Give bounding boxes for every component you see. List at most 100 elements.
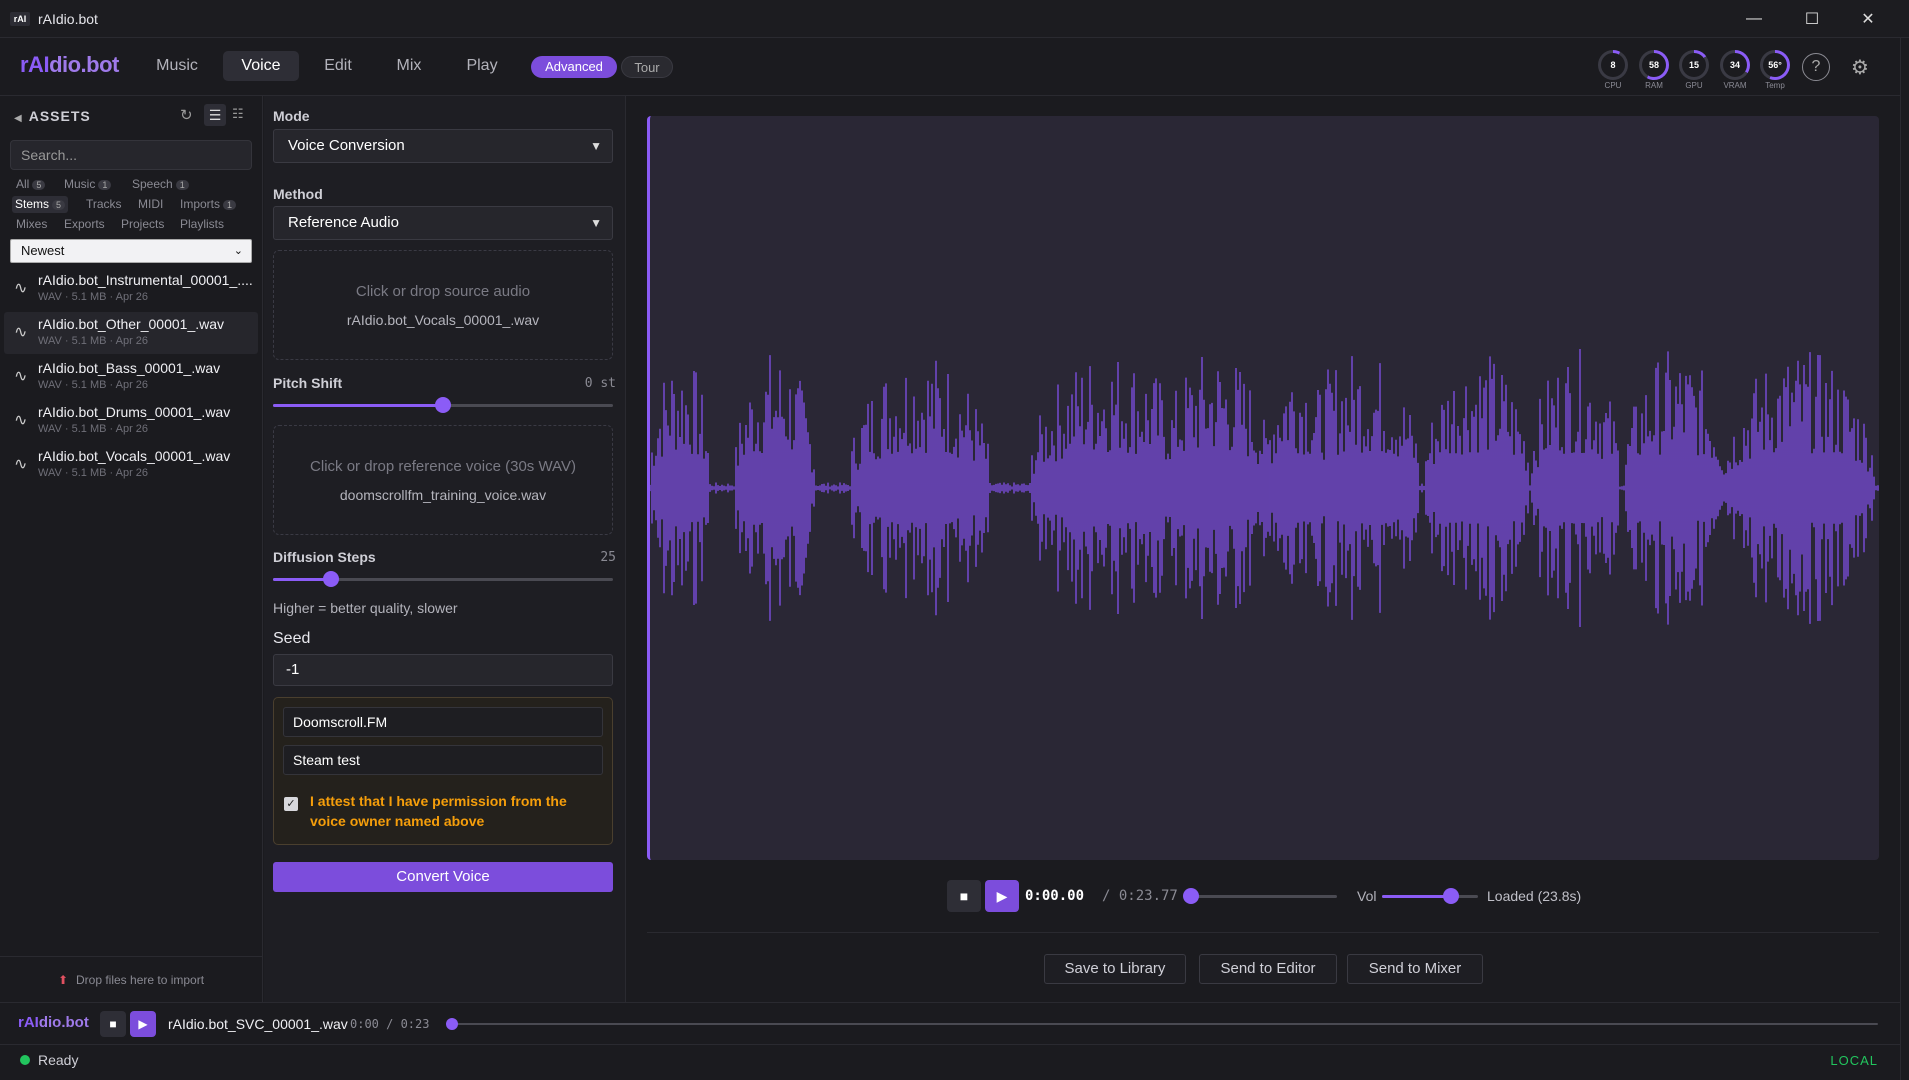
voice-panel: Mode Voice Conversion ▼ Method Reference …	[264, 96, 626, 1002]
footer-stop-button[interactable]: ■	[100, 1011, 126, 1037]
play-button[interactable]: ▶	[985, 880, 1019, 912]
divider	[647, 932, 1879, 933]
tab-play[interactable]: Play	[454, 51, 510, 81]
advanced-toggle[interactable]: Advanced	[531, 56, 617, 78]
pitch-knob[interactable]	[435, 397, 451, 413]
assets-header: ◀ ASSETS	[14, 108, 91, 124]
close-icon[interactable]: ✕	[1840, 0, 1896, 38]
asset-name: rAIdio.bot_Instrumental_00001_....	[38, 272, 253, 288]
search-input[interactable]: Search...	[10, 140, 252, 170]
seek-knob[interactable]	[1183, 888, 1199, 904]
filter-playlists[interactable]: Playlists	[180, 216, 224, 233]
filter-tracks[interactable]: Tracks	[86, 196, 122, 213]
seek-slider[interactable]	[1183, 888, 1337, 904]
sort-select[interactable]: Newest ⌄	[10, 239, 252, 263]
send-to-editor-button[interactable]: Send to Editor	[1199, 954, 1337, 984]
save-to-library-button[interactable]: Save to Library	[1044, 954, 1186, 984]
owner-note-input[interactable]: Steam test	[283, 745, 603, 775]
status-bar: Ready LOCAL	[0, 1044, 1900, 1074]
reference-voice-dropzone[interactable]: Click or drop reference voice (30s WAV) …	[273, 425, 613, 535]
footer-brand-part2: dio.bot	[38, 1014, 89, 1031]
footer-play-button[interactable]: ▶	[130, 1011, 156, 1037]
steps-value: 25	[600, 550, 616, 565]
mode-select[interactable]: Voice Conversion ▼	[273, 129, 613, 163]
filter-music-label: Music	[64, 177, 96, 191]
owner-name-input[interactable]: Doomscroll.FM	[283, 707, 603, 737]
filter-exports[interactable]: Exports	[64, 216, 105, 233]
convert-voice-button[interactable]: Convert Voice	[273, 862, 613, 892]
grid-view-icon[interactable]: ☷	[232, 106, 244, 122]
asset-item[interactable]: ∿ rAIdio.bot_Bass_00001_.wav WAV · 5.1 MB …	[4, 356, 258, 398]
minimize-icon[interactable]: —	[1726, 0, 1782, 38]
collapse-icon[interactable]: ◀	[14, 113, 23, 124]
send-to-mixer-button[interactable]: Send to Mixer	[1347, 954, 1483, 984]
refresh-icon[interactable]: ↻	[180, 106, 193, 124]
volume-knob[interactable]	[1443, 888, 1460, 904]
pitch-slider[interactable]	[273, 397, 613, 413]
gauge-ring: 15	[1679, 50, 1709, 80]
filter-music[interactable]: Music 1	[64, 176, 112, 193]
asset-name: rAIdio.bot_Drums_00001_.wav	[38, 404, 231, 420]
window-title: rAIdio.bot	[38, 10, 98, 27]
asset-item[interactable]: ∿ rAIdio.bot_Instrumental_00001_.... WAV ·…	[4, 268, 258, 310]
brand-logo[interactable]: rAIdio.bot	[20, 52, 119, 78]
pitch-fill	[273, 404, 443, 407]
asset-meta: WAV · 5.1 MB · Apr 26	[38, 423, 149, 435]
import-dropzone[interactable]: ⬆ Drop files here to import	[0, 956, 262, 1002]
tab-mix[interactable]: Mix	[380, 51, 438, 81]
stop-button[interactable]: ■	[947, 880, 981, 912]
gauge-vram: 34 VRAM	[1719, 50, 1751, 90]
asset-meta: WAV · 5.1 MB · Apr 26	[38, 291, 149, 303]
filter-stems[interactable]: Stems 5	[12, 196, 69, 213]
footer-file-name: rAIdio.bot_SVC_00001_.wav	[168, 1016, 348, 1032]
current-time: 0:00.00	[1025, 888, 1085, 904]
asset-item[interactable]: ∿ rAIdio.bot_Vocals_00001_.wav WAV · 5.1 M…	[4, 444, 258, 486]
filter-imports[interactable]: Imports 1	[180, 196, 237, 213]
filter-imports-count: 1	[223, 200, 237, 210]
tab-music[interactable]: Music	[146, 51, 208, 81]
volume-fill	[1382, 895, 1452, 898]
steps-label: Diffusion Steps	[273, 549, 376, 565]
footer-progress[interactable]	[446, 1018, 1878, 1030]
seed-label: Seed	[273, 630, 311, 647]
method-select[interactable]: Reference Audio ▼	[273, 206, 613, 240]
gear-icon[interactable]: ⚙	[1846, 53, 1874, 81]
mode-label: Mode	[273, 108, 310, 124]
waveform-icon: ∿	[14, 324, 28, 341]
gauge-label: GPU	[1685, 81, 1703, 90]
asset-name: rAIdio.bot_Vocals_00001_.wav	[38, 448, 231, 464]
source-audio-dropzone[interactable]: Click or drop source audio rAIdio.bot_Vo…	[273, 250, 613, 360]
gauge-label: Temp	[1765, 81, 1785, 90]
filter-speech[interactable]: Speech 1	[132, 176, 189, 193]
top-nav: rAIdio.bot Music Voice Edit Mix Play Adv…	[0, 38, 1900, 96]
volume-slider[interactable]	[1382, 888, 1478, 904]
filter-mixes[interactable]: Mixes	[16, 216, 47, 233]
waveform-display[interactable]	[647, 116, 1879, 860]
asset-item[interactable]: ∿ rAIdio.bot_Drums_00001_.wav WAV · 5.1 MB…	[4, 400, 258, 442]
tab-voice[interactable]: Voice	[223, 51, 299, 81]
gauge-ring: 34	[1720, 50, 1750, 80]
maximize-icon[interactable]: ☐	[1784, 0, 1840, 38]
attest-label: I attest that I have permission from the…	[310, 793, 567, 829]
tour-button[interactable]: Tour	[621, 56, 673, 78]
chevron-down-icon: ⌄	[233, 245, 243, 257]
steps-knob[interactable]	[322, 571, 339, 587]
gauge-value: 15	[1682, 53, 1706, 77]
filter-music-count: 1	[98, 180, 112, 190]
tab-edit[interactable]: Edit	[311, 51, 365, 81]
filter-projects[interactable]: Projects	[121, 216, 164, 233]
filter-all-count: 5	[32, 180, 46, 190]
gauge-label: CPU	[1604, 81, 1622, 90]
filter-midi[interactable]: MIDI	[138, 196, 163, 213]
seed-input[interactable]: -1	[273, 654, 613, 686]
help-icon[interactable]: ?	[1802, 53, 1830, 81]
filter-all[interactable]: All 5	[16, 176, 46, 193]
steps-slider[interactable]	[273, 571, 613, 587]
asset-meta: WAV · 5.1 MB · Apr 26	[38, 467, 149, 479]
list-view-icon[interactable]: ☰	[204, 104, 226, 126]
pitch-label: Pitch Shift	[273, 375, 343, 391]
attest-checkbox[interactable]: ✓	[284, 797, 298, 811]
filter-stems-count: 5	[52, 200, 66, 210]
asset-item[interactable]: ∿ rAIdio.bot_Other_00001_.wav WAV · 5.1 MB…	[4, 312, 258, 354]
footer-progress-knob[interactable]	[446, 1018, 458, 1030]
